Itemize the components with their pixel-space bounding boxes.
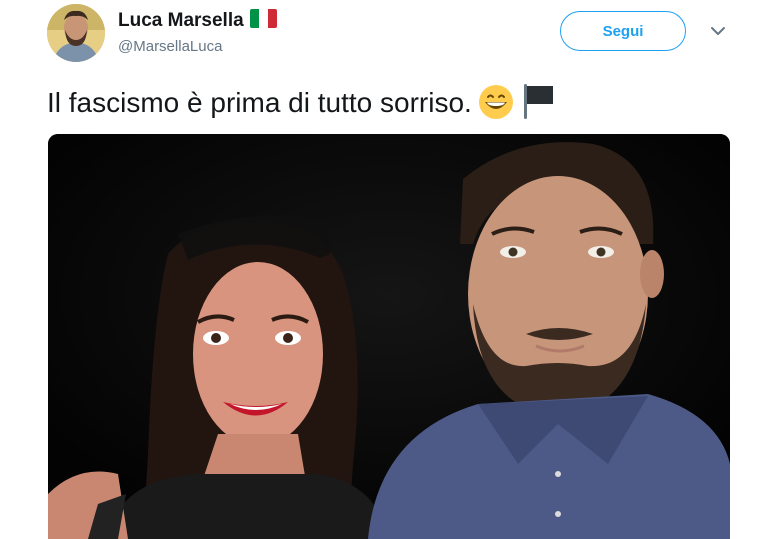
italy-flag-icon: [249, 9, 277, 28]
grinning-face-icon: [478, 84, 514, 127]
avatar[interactable]: [47, 4, 105, 62]
tweet: Luca Marsella @MarsellaLuca Segui Il fas…: [0, 0, 768, 539]
tweet-text: Il fascismo è prima di tutto sorriso.: [47, 87, 472, 118]
author-name-row[interactable]: Luca Marsella: [118, 9, 277, 32]
tweet-media-photo[interactable]: [48, 134, 730, 539]
photo-of-two-people: [48, 134, 730, 539]
author-handle[interactable]: @MarsellaLuca: [118, 38, 222, 55]
avatar-photo: [47, 4, 105, 62]
follow-button[interactable]: Segui: [560, 11, 686, 51]
chevron-down-icon[interactable]: [709, 25, 727, 37]
tweet-text-row: Il fascismo è prima di tutto sorriso.: [47, 82, 556, 127]
black-flag-icon: [520, 82, 556, 127]
author-display-name[interactable]: Luca Marsella: [118, 10, 244, 31]
